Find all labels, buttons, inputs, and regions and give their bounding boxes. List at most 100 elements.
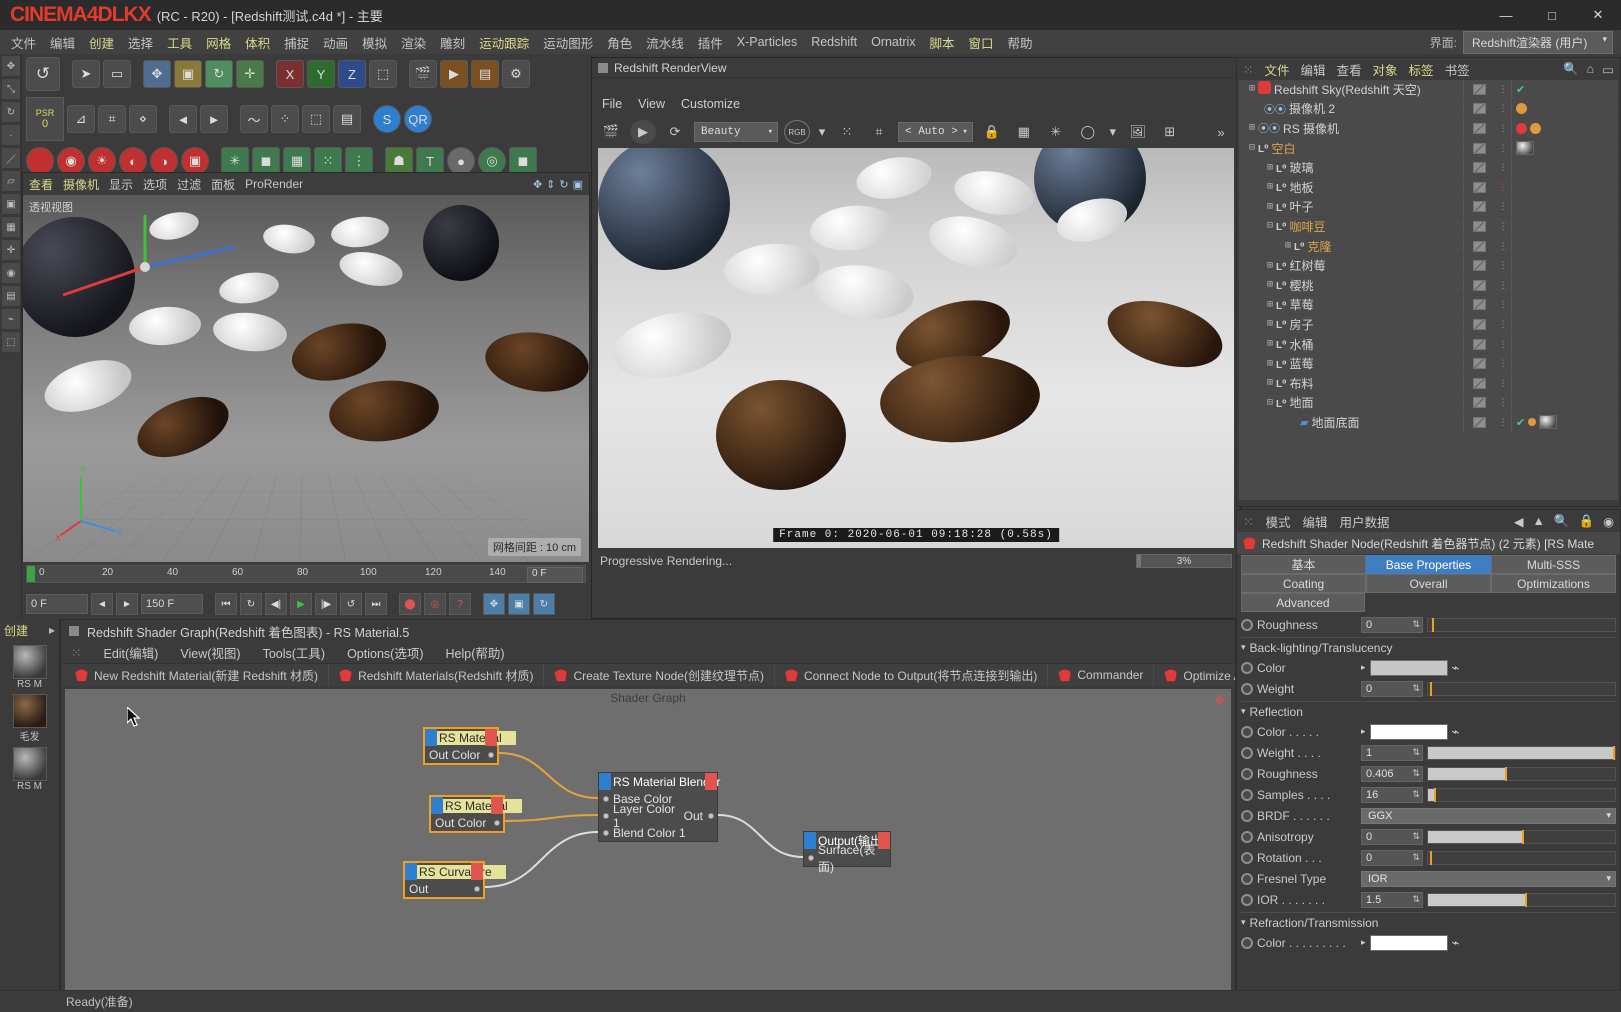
xp-cluster-icon[interactable]: ⁙ xyxy=(314,147,342,175)
xp-trail-icon[interactable]: ⋮ xyxy=(345,147,373,175)
viewport-tab-options[interactable]: 选项 xyxy=(143,176,167,193)
prop-value-field[interactable]: 0.406 xyxy=(1361,765,1423,782)
viewport-axis-gizmo[interactable] xyxy=(53,207,243,327)
om-search-icon[interactable]: 🔍 xyxy=(1563,62,1579,77)
prop-color-swatch[interactable] xyxy=(1369,934,1448,951)
object-dots[interactable]: ⋮ xyxy=(1495,276,1511,295)
redshift-light-icon[interactable]: ☀ xyxy=(88,147,116,175)
object-visibility-chip[interactable] xyxy=(1463,119,1495,138)
material-tag-icon[interactable] xyxy=(1539,415,1558,430)
am-lock-icon[interactable]: 🔒 xyxy=(1579,514,1595,529)
am-menu-edit[interactable]: 编辑 xyxy=(1303,512,1328,531)
material-item-0[interactable]: RS M xyxy=(0,645,59,690)
property-section-header[interactable]: ▾ Back-lighting/Translucency xyxy=(1241,637,1616,657)
attribute-tab[interactable]: Overall xyxy=(1366,574,1491,593)
viewport-tab-display[interactable]: 显示 xyxy=(109,176,133,193)
sg-tool-materials[interactable]: Redshift Materials(Redshift 材质) xyxy=(329,664,545,686)
object-tags[interactable] xyxy=(1511,158,1618,177)
redshift-object-icon[interactable] xyxy=(26,147,54,175)
renderview-canvas[interactable]: Frame 0: 2020-06-01 09:18:28 (0.58s) xyxy=(598,148,1234,548)
figure-icon[interactable]: ☗ xyxy=(385,147,413,175)
shader-node[interactable]: RS Material Out Color xyxy=(429,795,522,833)
renderview-menu-file[interactable]: File xyxy=(602,97,622,111)
record-key-icon[interactable]: ⬤ xyxy=(399,593,421,615)
render-view-icon[interactable]: 🎬 xyxy=(409,60,437,88)
array-icon[interactable]: ⁘ xyxy=(271,105,299,133)
sg-tool-create-texture-node[interactable]: Create Texture Node(创建纹理节点) xyxy=(544,664,775,686)
menu-item-12[interactable]: 运动跟踪 xyxy=(472,31,536,54)
object-row[interactable]: ⊞ ⦿⦿ RS 摄像机 ⋮ xyxy=(1239,119,1618,139)
object-row[interactable]: ⊞ Redshift Sky(Redshift 天空) ⋮ ✔ xyxy=(1239,80,1618,100)
world-coord-icon[interactable]: ⬚ xyxy=(369,60,397,88)
qr-button[interactable]: QR xyxy=(404,105,432,133)
am-back-icon[interactable]: ◀ xyxy=(1514,514,1524,529)
goto-start-icon[interactable]: ⏮ xyxy=(215,593,237,615)
menu-item-5[interactable]: 网格 xyxy=(199,31,238,54)
prop-slider[interactable] xyxy=(1427,892,1616,907)
prop-toggle[interactable] xyxy=(1241,893,1253,906)
rgb-dropdown-icon[interactable]: ▾ xyxy=(816,120,828,144)
layout-select[interactable]: Redshift渲染器 (用户) xyxy=(1463,30,1613,54)
lock-icon[interactable]: 🔒 xyxy=(979,120,1005,144)
node-port-row[interactable]: Out Color xyxy=(425,746,497,763)
prop-toggle[interactable] xyxy=(1241,809,1253,822)
object-visibility-chip[interactable] xyxy=(1463,393,1495,413)
timeline-track[interactable]: 0 20 40 60 80 100 120 140 0 F xyxy=(26,565,586,583)
scale-tool-icon[interactable]: ▣ xyxy=(174,60,202,88)
object-row[interactable]: ⊞ L⁰ 红树莓 ⋮ xyxy=(1239,256,1618,276)
start-frame-field[interactable]: 0 F xyxy=(26,594,88,614)
render-refresh-icon[interactable]: ⟳ xyxy=(662,120,688,144)
axis-y-icon[interactable]: Y xyxy=(307,60,335,88)
object-tags[interactable] xyxy=(1511,334,1618,354)
mograph-icon[interactable]: ⬚ xyxy=(302,105,330,133)
prop-combo[interactable]: GGX xyxy=(1361,807,1616,824)
object-tags[interactable] xyxy=(1511,315,1618,334)
am-menu-mode[interactable]: 模式 xyxy=(1265,512,1290,531)
menu-item-11[interactable]: 雕刻 xyxy=(433,31,472,54)
expander-toggle[interactable]: ⊟ xyxy=(1267,397,1273,409)
layer-icon[interactable]: ▤ xyxy=(333,105,361,133)
prop-toggle[interactable] xyxy=(1241,767,1253,780)
menu-item-14[interactable]: 角色 xyxy=(600,31,639,54)
redshift-proxy-icon[interactable]: ▣ xyxy=(181,147,209,175)
expander-toggle[interactable]: ⊞ xyxy=(1267,181,1273,193)
object-row[interactable]: ⊞ L⁰ 布料 ⋮ xyxy=(1239,373,1618,394)
prop-toggle[interactable] xyxy=(1241,830,1253,843)
key-scale-icon[interactable]: ▣ xyxy=(508,593,530,615)
renderview-menu-customize[interactable]: Customize xyxy=(681,97,740,111)
om-collapse-icon[interactable]: ▭ xyxy=(1602,62,1614,77)
node-output-port[interactable] xyxy=(708,812,714,819)
node-header[interactable]: RS Curvature xyxy=(405,863,506,880)
om-home-icon[interactable]: ⌂ xyxy=(1587,62,1595,77)
viewport-zoom-icon[interactable]: ⇕ xyxy=(546,178,555,191)
node-output-port[interactable] xyxy=(494,819,500,826)
object-dots[interactable]: ⋮ xyxy=(1495,374,1511,393)
object-row[interactable]: ⊟ L⁰ 空白 ⋮ xyxy=(1239,138,1618,159)
prop-toggle[interactable] xyxy=(1241,788,1253,801)
disabled-tag-icon[interactable] xyxy=(1516,103,1527,115)
om-menu-edit[interactable]: 编辑 xyxy=(1301,60,1326,79)
object-tags[interactable] xyxy=(1511,393,1618,413)
viewport-canvas[interactable]: Y X Z 透视视图 网格间距 : 10 cm xyxy=(23,195,589,562)
expander-toggle[interactable]: ⊞ xyxy=(1267,279,1273,291)
expander-toggle[interactable]: ⊞ xyxy=(1267,318,1273,330)
viewport-rotate-icon[interactable]: ↻ xyxy=(559,178,568,191)
viewport-tab-camera[interactable]: 摄像机 xyxy=(63,176,99,193)
rect-selection-icon[interactable]: ▭ xyxy=(103,60,131,88)
disabled-tag-icon[interactable] xyxy=(1530,122,1541,134)
autokey-icon[interactable]: ◎ xyxy=(424,593,446,615)
redshift-dome-icon[interactable]: ◐ xyxy=(119,147,147,175)
next-key-icon[interactable]: ► xyxy=(116,593,138,615)
rail-button-enable-icon[interactable]: ◉ xyxy=(1,262,21,284)
renderview-menu-view[interactable]: View xyxy=(638,97,665,111)
key-rotation-icon[interactable]: ↻ xyxy=(533,593,555,615)
expander-toggle[interactable]: ⊞ xyxy=(1267,201,1273,213)
object-visibility-chip[interactable] xyxy=(1463,295,1495,315)
object-visibility-chip[interactable] xyxy=(1463,315,1495,334)
rail-button-axis-icon[interactable]: ✛ xyxy=(1,239,21,261)
sg-tool-commander[interactable]: Commander xyxy=(1048,664,1155,686)
viewport-maximize-icon[interactable]: ▣ xyxy=(573,178,583,191)
viewport-tab-filter[interactable]: 过滤 xyxy=(177,176,201,193)
object-row[interactable]: ⊞ L⁰ 房子 ⋮ xyxy=(1239,315,1618,335)
property-section-header[interactable]: ▾ Reflection xyxy=(1241,701,1616,721)
